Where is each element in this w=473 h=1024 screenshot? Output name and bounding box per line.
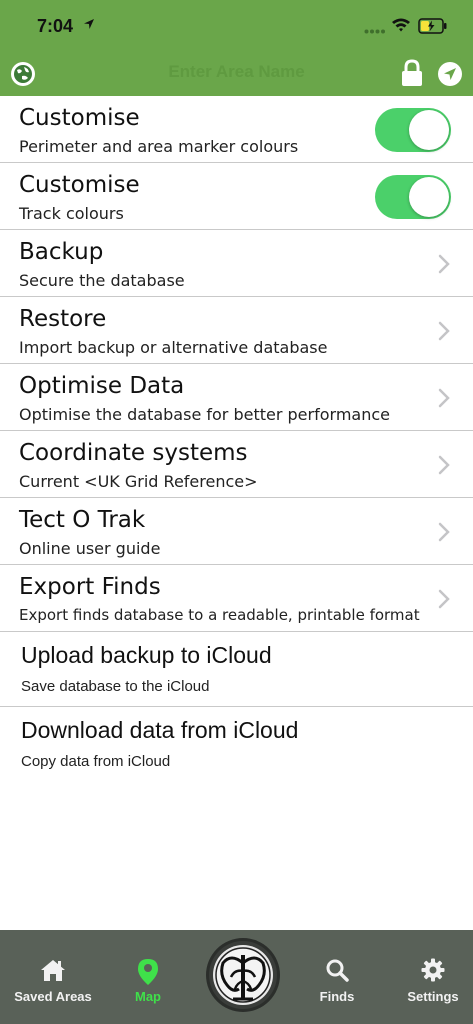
row-title: Coordinate systems bbox=[19, 440, 248, 466]
perimeter-colours-toggle[interactable] bbox=[375, 108, 451, 152]
lock-icon[interactable] bbox=[400, 59, 424, 87]
list-item-coordinate-systems[interactable]: Coordinate systems Current <UK Grid Refe… bbox=[0, 431, 473, 498]
row-title: Upload backup to iCloud bbox=[21, 642, 272, 668]
list-item-user-guide[interactable]: Tect O Trak Online user guide bbox=[0, 498, 473, 565]
list-item-restore[interactable]: Restore Import backup or alternative dat… bbox=[0, 297, 473, 364]
header: 7:04 Enter Area Name bbox=[0, 0, 473, 96]
tab-finds[interactable]: Finds bbox=[300, 930, 374, 1024]
chevron-right-icon bbox=[438, 388, 450, 408]
battery-charging-icon bbox=[418, 18, 447, 34]
chevron-right-icon bbox=[438, 321, 450, 341]
nav-bar: Enter Area Name bbox=[0, 56, 473, 92]
gear-icon bbox=[421, 958, 445, 982]
status-time: 7:04 bbox=[37, 16, 74, 36]
home-icon bbox=[41, 960, 65, 981]
tab-label: Finds bbox=[319, 989, 355, 1004]
chevron-right-icon bbox=[438, 589, 450, 609]
row-title: Download data from iCloud bbox=[21, 717, 299, 743]
toggle-knob bbox=[409, 177, 449, 217]
row-title: Customise bbox=[19, 105, 140, 131]
tab-label: Map bbox=[135, 989, 161, 1004]
row-subtitle: Secure the database bbox=[19, 271, 185, 290]
list-item-export-finds[interactable]: Export Finds Export finds database to a … bbox=[0, 565, 473, 632]
row-subtitle: Copy data from iCloud bbox=[21, 753, 171, 770]
row-title: Tect O Trak bbox=[19, 507, 146, 533]
row-title: Restore bbox=[19, 306, 107, 332]
row-title: Export Finds bbox=[19, 574, 161, 600]
row-subtitle: Online user guide bbox=[19, 539, 161, 558]
row-subtitle: Optimise the database for better perform… bbox=[19, 405, 390, 424]
chevron-right-icon bbox=[438, 455, 450, 475]
row-title: Backup bbox=[19, 239, 104, 265]
row-subtitle: Perimeter and area marker colours bbox=[19, 137, 299, 156]
wifi-icon bbox=[392, 18, 410, 32]
map-pin-icon bbox=[138, 959, 158, 985]
row-title: Customise bbox=[19, 172, 140, 198]
tab-label: Settings bbox=[407, 989, 459, 1004]
tab-settings[interactable]: Settings bbox=[393, 930, 473, 1024]
row-subtitle: Import backup or alternative database bbox=[19, 338, 328, 357]
tab-map[interactable]: Map bbox=[110, 930, 186, 1024]
center-logo-button[interactable] bbox=[209, 941, 277, 1009]
list-item-upload-icloud[interactable]: Upload backup to iCloud Save database to… bbox=[0, 632, 473, 707]
search-icon bbox=[326, 959, 349, 982]
tree-logo-icon bbox=[213, 945, 273, 1005]
chevron-right-icon bbox=[438, 522, 450, 542]
tab-saved-areas[interactable]: Saved Areas bbox=[0, 930, 106, 1024]
list-item-optimise-data[interactable]: Optimise Data Optimise the database for … bbox=[0, 364, 473, 431]
list-item-download-icloud[interactable]: Download data from iCloud Copy data from… bbox=[0, 707, 473, 782]
list-item-track-colours: Customise Track colours bbox=[0, 163, 473, 230]
location-arrow-icon bbox=[84, 19, 94, 29]
chevron-right-icon bbox=[438, 254, 450, 274]
tab-label: Saved Areas bbox=[14, 989, 92, 1004]
row-subtitle: Save database to the iCloud bbox=[21, 678, 210, 695]
list-item-perimeter-colours: Customise Perimeter and area marker colo… bbox=[0, 96, 473, 163]
cellular-signal-icon bbox=[364, 29, 385, 34]
row-subtitle: Current <UK Grid Reference> bbox=[19, 472, 258, 491]
status-bar: 7:04 bbox=[0, 0, 473, 52]
toggle-knob bbox=[409, 110, 449, 150]
navigation-icon[interactable] bbox=[437, 61, 463, 87]
row-subtitle: Export finds database to a readable, pri… bbox=[19, 606, 420, 624]
row-subtitle: Track colours bbox=[19, 204, 124, 223]
settings-list: Customise Perimeter and area marker colo… bbox=[0, 96, 473, 782]
track-colours-toggle[interactable] bbox=[375, 175, 451, 219]
row-title: Optimise Data bbox=[19, 373, 185, 399]
list-item-backup[interactable]: Backup Secure the database bbox=[0, 230, 473, 297]
